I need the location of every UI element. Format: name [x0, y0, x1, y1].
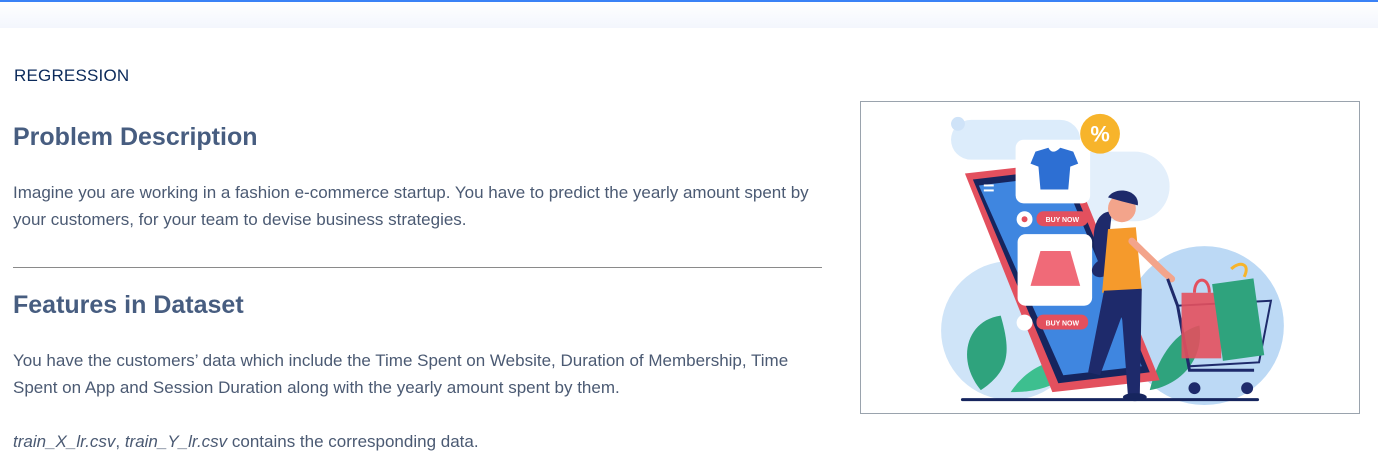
file-separator: , [115, 432, 125, 451]
features-heading: Features in Dataset [13, 291, 244, 319]
train-y-filename: train_Y_lr.csv [124, 432, 228, 451]
problem-description-heading: Problem Description [13, 123, 258, 151]
problem-description-text: Imagine you are working in a fashion e-c… [13, 183, 809, 229]
top-bar [0, 0, 1378, 28]
ground-line [960, 398, 1260, 402]
dataset-files-note: train_X_lr.csv, train_Y_lr.csv contains … [13, 428, 828, 455]
category-label: REGRESSION [14, 66, 130, 85]
discount-symbol: % [1090, 122, 1109, 147]
ecommerce-illustration: % BUY NOW BUY NOW [860, 101, 1360, 414]
files-note-suffix: contains the corresponding data. [227, 432, 479, 451]
train-x-filename: train_X_lr.csv [13, 432, 116, 451]
shopping-illustration-graphic: % BUY NOW BUY NOW [941, 113, 1284, 406]
buy-now-label-1: BUY NOW [1046, 217, 1080, 224]
features-text: You have the customers’ data which inclu… [13, 351, 789, 397]
buy-now-label-2: BUY NOW [1046, 321, 1080, 328]
section-divider [13, 267, 822, 268]
